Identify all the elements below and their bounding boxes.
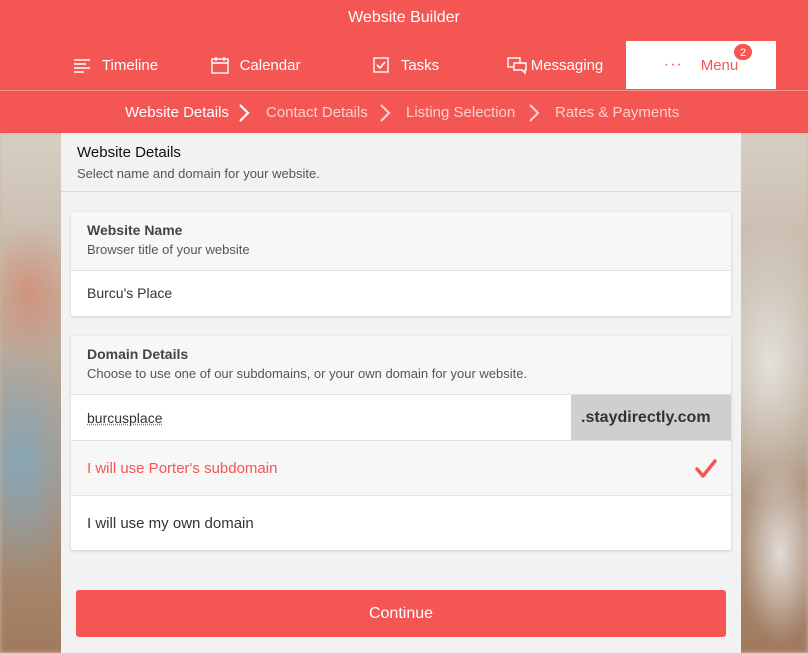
nav-menu-label: Menu [700,56,739,74]
website-name-subtitle: Browser title of your website [87,242,250,257]
subdomain-input[interactable]: burcusplace [87,410,163,426]
header: Website Builder Timeline Calendar Tasks … [0,0,808,90]
breadcrumb-listing-selection[interactable]: Listing Selection [406,91,515,134]
website-name-title: Website Name [87,222,183,238]
breadcrumb-contact-details[interactable]: Contact Details [266,91,368,134]
domain-details-header: Domain Details Choose to use one of our … [71,336,731,395]
domain-details-title: Domain Details [87,346,189,362]
panel-title: Website Details [77,144,181,161]
option-own-domain[interactable]: I will use my own domain [71,496,731,550]
domain-row: burcusplace .staydirectly.com [71,395,731,441]
website-name-card: Website Name Browser title of your websi… [71,212,731,316]
panel-subtitle: Select name and domain for your website. [77,166,320,181]
nav-calendar[interactable]: Calendar [190,41,320,89]
messaging-icon [507,57,527,75]
option-porter-subdomain[interactable]: I will use Porter's subdomain [71,441,731,496]
timeline-icon [73,59,90,73]
nav-tasks[interactable]: Tasks [340,41,470,89]
nav-messaging[interactable]: Messaging [490,41,620,89]
website-name-input[interactable]: Burcu's Place [71,271,731,316]
breadcrumb: Website Details Contact Details Listing … [0,90,808,133]
nav-tasks-label: Tasks [400,56,440,74]
domain-details-card: Domain Details Choose to use one of our … [71,336,731,550]
nav-messaging-label: Messaging [530,56,604,74]
website-details-panel: Website Details Select name and domain f… [61,133,741,653]
menu-badge: 2 [733,43,753,61]
chevron-right-icon [239,104,250,122]
chevron-right-icon [529,104,540,122]
nav-calendar-label: Calendar [239,56,301,74]
nav-timeline[interactable]: Timeline [40,41,190,89]
website-name-header: Website Name Browser title of your websi… [71,212,731,271]
chevron-right-icon [380,104,391,122]
breadcrumb-rates-payments[interactable]: Rates & Payments [555,91,679,134]
option-porter-subdomain-label: I will use Porter's subdomain [87,460,278,477]
continue-button[interactable]: Continue [76,590,726,637]
panel-header: Website Details Select name and domain f… [61,133,741,192]
calendar-icon [210,57,229,74]
nav-menu[interactable]: ··· Menu [626,41,776,89]
main-nav: Timeline Calendar Tasks Messaging ··· Me… [0,41,808,89]
option-own-domain-label: I will use my own domain [87,515,254,532]
breadcrumb-website-details[interactable]: Website Details [125,91,229,134]
tasks-icon [373,57,389,73]
app-title: Website Builder [348,9,460,26]
nav-timeline-label: Timeline [101,56,159,74]
more-icon: ··· [663,56,683,73]
checkmark-icon [695,459,717,478]
domain-suffix: .staydirectly.com [571,395,731,440]
domain-details-subtitle: Choose to use one of our subdomains, or … [87,366,528,381]
